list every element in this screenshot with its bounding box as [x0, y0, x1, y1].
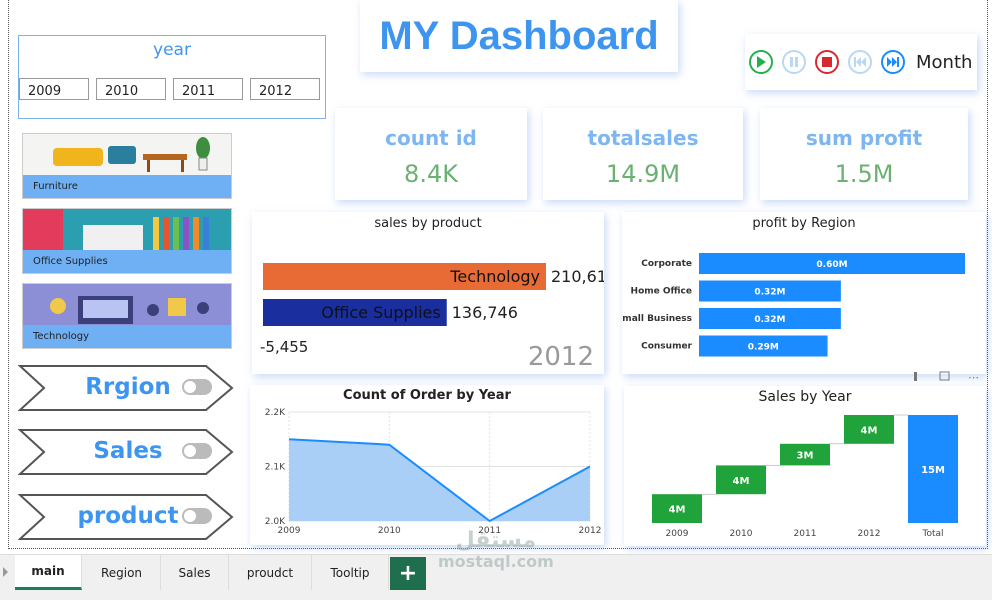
category-label: Office Supplies: [23, 250, 231, 273]
play-button[interactable]: [749, 50, 773, 74]
watermark: مستقل mostaql.com: [438, 528, 554, 572]
add-page-button[interactable]: +: [390, 557, 426, 590]
x-tick-label: Total: [921, 529, 943, 539]
count-of-order-svg: 2.2K2.1K2.0K2009 2010 2011 2012: [265, 408, 602, 536]
tab-main[interactable]: main: [15, 555, 82, 590]
waterfall-value-label: 4M: [669, 505, 686, 516]
product-bar-value-label: 136,746: [452, 303, 518, 322]
x-tick-label: 2012: [858, 529, 881, 539]
nav-button-region[interactable]: Rrgion: [18, 364, 236, 412]
region-bar-value-label: 0.60M: [816, 260, 847, 270]
dashboard-title-card: MY Dashboard: [360, 0, 678, 72]
kpi-label: totalsales: [587, 126, 699, 150]
furniture-image: [23, 134, 231, 177]
region-category-label: Small Business: [622, 314, 692, 324]
kpi-value: 8.4K: [404, 160, 458, 188]
kpi-card-count: count id 8.4K: [335, 108, 527, 200]
year-option-2012[interactable]: 2012: [250, 78, 320, 100]
product-bar-value-label: 210,61: [551, 267, 604, 286]
nav-button-product[interactable]: product: [18, 493, 236, 541]
more-options-icon: ⋯: [968, 371, 979, 382]
category-tile-office-supplies[interactable]: Office Supplies: [22, 208, 232, 274]
region-bar-value-label: 0.32M: [754, 288, 785, 298]
waterfall-value-label: 15M: [921, 465, 945, 476]
nav-button-label: Rrgion: [85, 374, 171, 400]
region-category-label: Home Office: [631, 287, 692, 297]
category-tile-technology[interactable]: Technology: [22, 283, 232, 349]
kpi-card-profit: sum profit 1.5M: [760, 108, 968, 200]
nav-button-label: Sales: [93, 438, 163, 464]
play-axis-label: Month: [916, 51, 973, 73]
product-bar-category-label: Technology: [449, 267, 540, 286]
tab-sales[interactable]: Sales: [161, 555, 229, 590]
previous-button[interactable]: [848, 50, 872, 74]
play-icon: [757, 56, 766, 68]
year-option-2011[interactable]: 2011: [173, 78, 243, 100]
kpi-label: count id: [385, 126, 477, 150]
region-bar-value-label: 0.32M: [754, 315, 785, 325]
waterfall-value-label: 3M: [797, 451, 814, 462]
year-option-2009[interactable]: 2009: [19, 78, 89, 100]
kpi-value: 1.5M: [834, 160, 894, 188]
sales-by-year-svg: 4M 2009 4M 2010 3M 2011 4M 2012 15M Total: [652, 414, 958, 539]
x-tick-label: 2012: [579, 526, 602, 536]
pause-icon: [790, 57, 798, 67]
category-tile-furniture[interactable]: Furniture: [22, 133, 232, 199]
region-toggle[interactable]: [182, 379, 212, 395]
watermark-latin: mostaql.com: [438, 552, 554, 571]
dashboard-title: MY Dashboard: [379, 13, 659, 58]
kpi-card-sales: totalsales 14.9M: [543, 108, 743, 200]
year-slicer-label: year: [153, 40, 191, 60]
x-tick-label: 2009: [666, 529, 689, 539]
category-label: Furniture: [23, 175, 231, 198]
technology-image: [23, 284, 231, 327]
skip-back-icon: [854, 57, 866, 67]
product-bar-value-label: -5,455: [260, 338, 308, 356]
x-tick-label: 2010: [730, 529, 753, 539]
stop-icon: [822, 57, 832, 67]
sales-by-product-svg: Technology 210,61 Office Supplies 136,746 -5…: [260, 263, 604, 372]
next-button[interactable]: [881, 50, 905, 74]
office-supplies-image: [23, 209, 231, 252]
pause-button[interactable]: [782, 50, 806, 74]
frame-year-label: 2012: [528, 342, 594, 372]
visual-header-icons: ⋯: [914, 371, 979, 382]
region-category-label: Corporate: [641, 259, 692, 269]
profit-by-region-chart: profit by Region Corporate 0.60M Home Offi…: [622, 212, 986, 374]
stop-button[interactable]: [815, 50, 839, 74]
watermark-arabic: مستقل: [455, 528, 537, 553]
product-toggle[interactable]: [182, 508, 212, 524]
x-tick-label: 2009: [278, 526, 301, 536]
region-category-label: Consumer: [641, 342, 692, 352]
year-slicer: year 2009 2010 2011 2012: [18, 35, 326, 119]
play-axis: Month: [745, 34, 977, 90]
kpi-value: 14.9M: [605, 160, 681, 188]
tab-scroll-arrow-icon[interactable]: [3, 567, 8, 577]
category-label: Technology: [23, 325, 231, 348]
sales-by-product-chart: sales by product Technology 210,61 Office …: [252, 212, 604, 374]
nav-button-sales[interactable]: Sales: [18, 428, 236, 476]
tab-region[interactable]: Region: [83, 555, 161, 590]
x-tick-label: 2010: [378, 526, 401, 536]
x-tick-label: 2011: [794, 529, 817, 539]
product-bar-category-label: Office Supplies: [321, 303, 440, 322]
profit-by-region-svg: Corporate 0.60M Home Office 0.32M Small Busi…: [622, 253, 965, 357]
tab-proudct[interactable]: proudct: [229, 555, 312, 590]
waterfall-value-label: 4M: [733, 476, 750, 487]
tab-tooltip[interactable]: Tooltip: [312, 555, 389, 590]
region-bar-value-label: 0.29M: [748, 343, 779, 353]
count-of-order-chart: Count of Order by Year 2.2K 2.1K 2.0K 2009 2…: [250, 385, 604, 545]
nav-button-label: product: [77, 503, 179, 529]
pin-icon: [914, 372, 917, 381]
y-tick-label: 2.2K: [265, 408, 286, 418]
waterfall-value-label: 4M: [861, 425, 878, 436]
sales-toggle[interactable]: [182, 443, 212, 459]
kpi-label: sum profit: [805, 126, 923, 150]
sales-by-year-chart: Sales by Year 4M 2009 4M 2010 3M 2011 4M 2012 15…: [624, 386, 986, 546]
y-tick-label: 2.1K: [265, 463, 286, 473]
skip-forward-icon: [887, 57, 899, 67]
order-count-area: [289, 439, 590, 521]
year-option-2010[interactable]: 2010: [96, 78, 166, 100]
focus-mode-icon: [939, 371, 950, 381]
